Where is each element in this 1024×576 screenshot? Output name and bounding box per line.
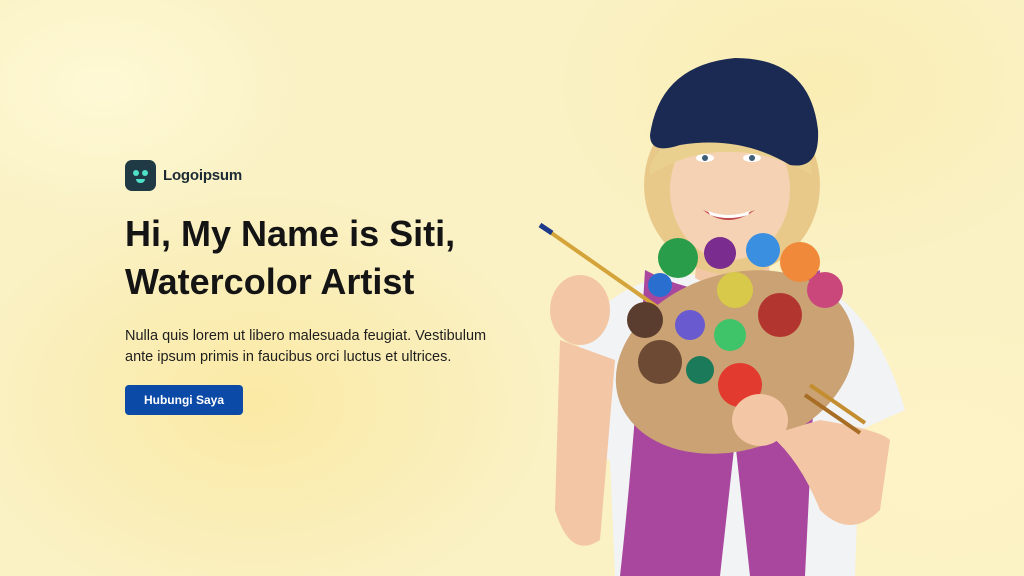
brand-logo[interactable]: Logoipsum bbox=[125, 160, 242, 191]
hero-description: Nulla quis lorem ut libero malesuada feu… bbox=[125, 326, 525, 368]
smiley-logo-icon bbox=[125, 160, 156, 191]
headline-line-2: Watercolor Artist bbox=[125, 261, 415, 302]
description-line-2: ante ipsum primis in faucibus orci luctu… bbox=[125, 349, 452, 365]
hero-headline: Hi, My Name is Siti, Watercolor Artist bbox=[125, 210, 565, 306]
headline-line-1: Hi, My Name is Siti, bbox=[125, 213, 456, 254]
brand-name: Logoipsum bbox=[163, 167, 243, 184]
artist-portrait-image bbox=[538, 58, 905, 576]
contact-button[interactable]: Hubungi Saya bbox=[125, 385, 243, 415]
description-line-1: Nulla quis lorem ut libero malesuada feu… bbox=[125, 328, 487, 344]
